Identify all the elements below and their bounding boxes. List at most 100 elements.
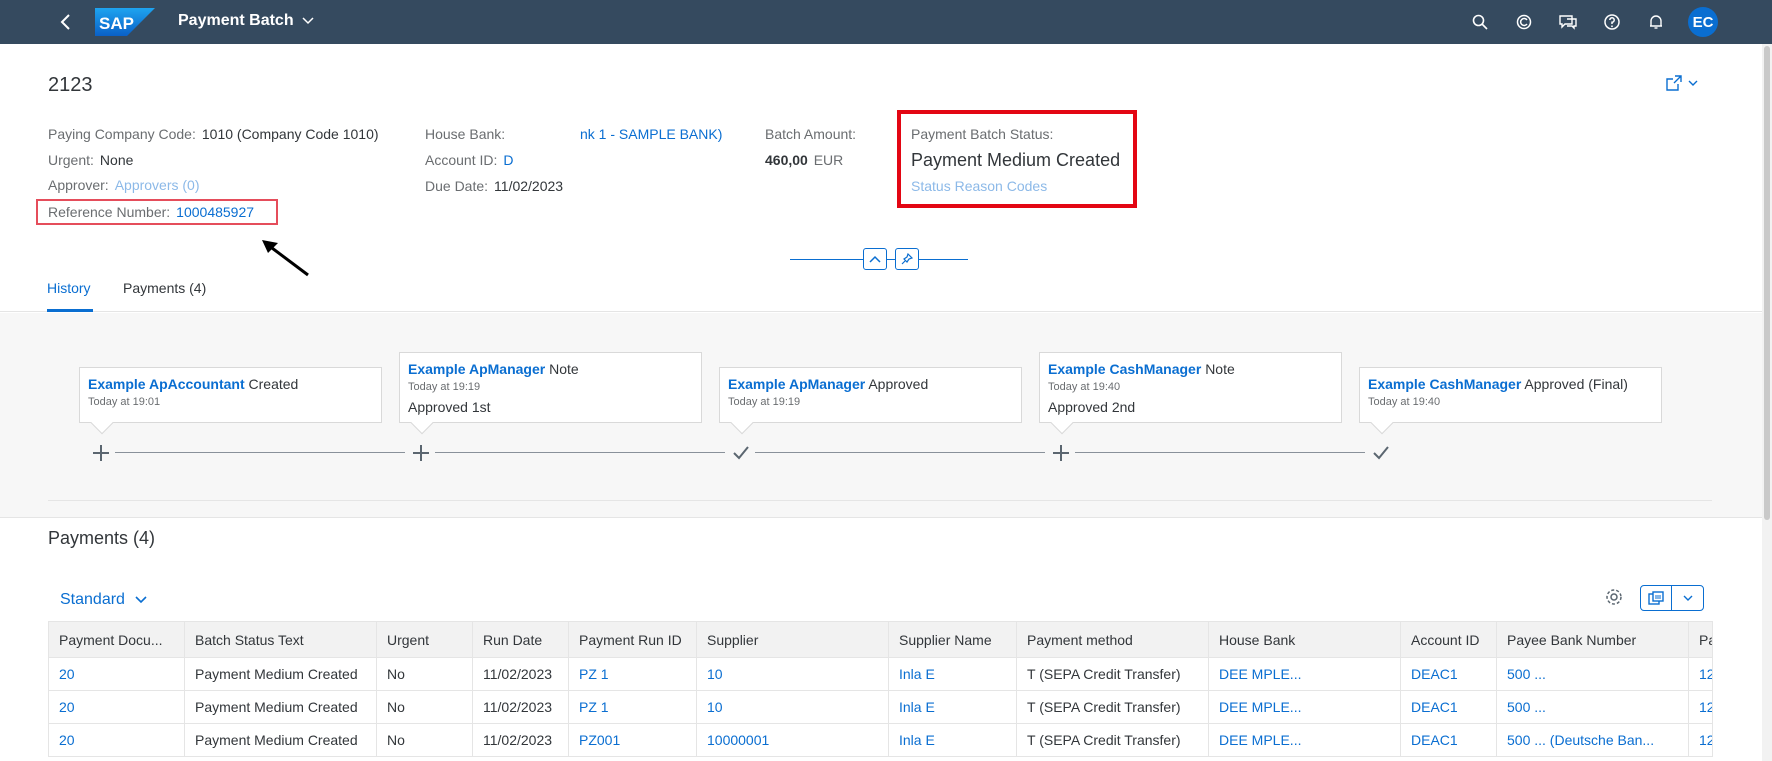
check-icon [729, 441, 753, 465]
payee-bank-link[interactable]: 500 ... [1496, 690, 1689, 724]
page-title: 2123 [48, 74, 93, 96]
supplier-link[interactable]: 10000001 [696, 723, 889, 757]
table-cell: Payment Medium Created [184, 723, 377, 757]
shell-bar: SAP Payment Batch EC [0, 0, 1772, 44]
payee-bank-link[interactable]: 500 ... [1496, 657, 1689, 691]
object-header: 2123 Paying Company Code: 1010 (Company C… [0, 44, 1762, 312]
search-button[interactable] [1468, 10, 1492, 34]
plus-icon [1049, 441, 1073, 465]
column-header[interactable]: Batch Status Text [184, 621, 377, 658]
chevron-down-icon [135, 596, 147, 604]
app-title: Payment Batch [178, 12, 294, 29]
house-bank-link[interactable]: DEE MPLE... [1208, 723, 1401, 757]
account-id-link[interactable]: DEAC1 [1400, 657, 1497, 691]
supplier-name-link[interactable]: Inla E [888, 657, 1017, 691]
table-settings-button[interactable] [1605, 588, 1623, 611]
account-id-link[interactable]: D [503, 152, 513, 168]
payments-table: Payment Docu... Batch Status Text Urgent… [48, 621, 1713, 757]
column-header[interactable]: Supplier [696, 621, 889, 658]
app-title-menu[interactable]: Payment Batch [178, 12, 314, 30]
notifications-button[interactable] [1644, 10, 1668, 34]
table-row[interactable]: 20 Payment Medium Created No 11/02/2023 … [48, 690, 1713, 724]
history-event: Example CashManager Approved (Final) Tod… [1359, 367, 1662, 435]
approvers-link[interactable]: Approvers (0) [115, 177, 200, 193]
payment-document-link[interactable]: 20 [48, 690, 185, 724]
section-tabs: History Payments (4) [0, 280, 1762, 312]
column-header[interactable]: Pa [1688, 621, 1713, 658]
table-cell[interactable]: 12 [1688, 690, 1713, 724]
annotation-arrow-icon [262, 240, 309, 277]
table-cell: T (SEPA Credit Transfer) [1016, 690, 1209, 724]
event-author-link[interactable]: Example CashManager [1048, 361, 1201, 377]
batch-amount-label: Batch Amount: [765, 126, 857, 142]
status-reason-codes-link[interactable]: Status Reason Codes [911, 178, 1047, 194]
chevron-down-icon [302, 17, 314, 25]
feedback-button[interactable] [1556, 10, 1580, 34]
logo-text: SAP [99, 14, 134, 33]
payment-document-link[interactable]: 20 [48, 723, 185, 757]
history-section: Example ApAccountant Created Today at 19… [0, 313, 1762, 518]
payment-document-link[interactable]: 20 [48, 657, 185, 691]
pin-header-button[interactable] [895, 248, 919, 270]
table-cell: 11/02/2023 [472, 657, 569, 691]
supplier-name-link[interactable]: Inla E [888, 723, 1017, 757]
payment-run-link[interactable]: PZ 1 [568, 657, 697, 691]
event-author-link[interactable]: Example ApManager [728, 376, 865, 392]
table-cell[interactable]: 12 [1688, 723, 1713, 757]
tab-payments[interactable]: Payments (4) [123, 280, 213, 312]
column-header[interactable]: House Bank [1208, 621, 1401, 658]
status-label: Payment Batch Status: [911, 126, 1054, 142]
table-row[interactable]: 20 Payment Medium Created No 11/02/2023 … [48, 723, 1713, 757]
user-avatar[interactable]: EC [1688, 7, 1718, 37]
house-bank-field: House Bank: [425, 126, 506, 142]
page-scrollbar[interactable] [1762, 44, 1772, 761]
share-button[interactable] [1666, 75, 1698, 91]
joule-button[interactable] [1512, 10, 1536, 34]
event-author-link[interactable]: Example ApAccountant [88, 376, 245, 392]
supplier-link[interactable]: 10 [696, 657, 889, 691]
export-options-button[interactable] [1672, 586, 1703, 610]
gear-icon [1606, 589, 1622, 605]
supplier-name-link[interactable]: Inla E [888, 690, 1017, 724]
table-cell[interactable]: 12 [1688, 657, 1713, 691]
payee-bank-link[interactable]: 500 ... (Deutsche Ban... [1496, 723, 1689, 757]
column-header[interactable]: Run Date [472, 621, 569, 658]
column-header[interactable]: Account ID [1400, 621, 1497, 658]
table-cell: No [376, 690, 473, 724]
table-cell: No [376, 657, 473, 691]
sap-logo[interactable]: SAP [95, 8, 155, 36]
column-header[interactable]: Payment method [1016, 621, 1209, 658]
payment-run-link[interactable]: PZ001 [568, 723, 697, 757]
export-button[interactable] [1641, 586, 1673, 610]
supplier-link[interactable]: 10 [696, 690, 889, 724]
account-id-field: Account ID: D [425, 152, 514, 168]
table-cell: No [376, 723, 473, 757]
table-cell: T (SEPA Credit Transfer) [1016, 657, 1209, 691]
table-cell: Payment Medium Created [184, 690, 377, 724]
column-header[interactable]: Supplier Name [888, 621, 1017, 658]
event-author-link[interactable]: Example ApManager [408, 361, 545, 377]
help-button[interactable] [1600, 10, 1624, 34]
event-author-link[interactable]: Example CashManager [1368, 376, 1521, 392]
account-id-link[interactable]: DEAC1 [1400, 723, 1497, 757]
check-icon [1369, 441, 1393, 465]
house-bank-link[interactable]: DEE MPLE... [1208, 657, 1401, 691]
house-bank-link[interactable]: nk 1 - SAMPLE BANK) [580, 126, 722, 142]
back-button[interactable] [56, 12, 76, 32]
tab-history[interactable]: History [47, 280, 93, 312]
table-row[interactable]: 20 Payment Medium Created No 11/02/2023 … [48, 657, 1713, 691]
column-header[interactable]: Urgent [376, 621, 473, 658]
variant-selector[interactable]: Standard [60, 591, 147, 609]
pin-icon [901, 253, 913, 265]
bell-icon [1650, 15, 1662, 29]
house-bank-link[interactable]: DEE MPLE... [1208, 690, 1401, 724]
payments-title: Payments (4) [48, 528, 156, 548]
payment-run-link[interactable]: PZ 1 [568, 690, 697, 724]
collapse-header-button[interactable] [863, 248, 887, 270]
account-id-link[interactable]: DEAC1 [1400, 690, 1497, 724]
table-cell: T (SEPA Credit Transfer) [1016, 723, 1209, 757]
column-header[interactable]: Payment Run ID [568, 621, 697, 658]
column-header[interactable]: Payee Bank Number [1496, 621, 1689, 658]
batch-status-box: Payment Batch Status: Payment Medium Cre… [897, 110, 1137, 208]
column-header[interactable]: Payment Docu... [48, 621, 185, 658]
